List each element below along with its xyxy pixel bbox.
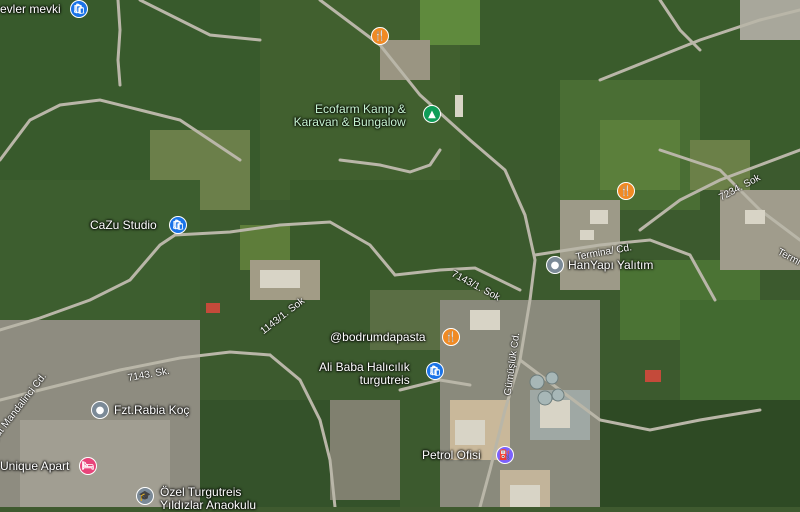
place-label-ecofarm[interactable]: Ecofarm Kamp & Karavan & Bungalow [294, 103, 406, 129]
school-icon[interactable]: 🎓 [136, 487, 154, 505]
place-label-unique-apart[interactable]: Unique Apart [0, 460, 69, 473]
place-label-rabia-koc[interactable]: Fzt.Rabia Koç [114, 404, 189, 417]
place-label-ecofarm-line2: Karavan & Bungalow [293, 115, 406, 129]
pin-icon[interactable]: ● [546, 256, 564, 274]
place-label-petrol-ofisi[interactable]: Petrol Ofisi [422, 449, 481, 462]
shopping-icon[interactable]: 🛍 [169, 216, 187, 234]
food-icon[interactable]: 🍴 [617, 182, 635, 200]
shopping-icon[interactable]: 🛍 [426, 362, 444, 380]
place-label-evler-mevki[interactable]: evler mevki [0, 3, 61, 16]
place-label-cazu-studio[interactable]: CaZu Studio [90, 219, 157, 232]
camp-icon[interactable]: ▲ [423, 105, 441, 123]
place-label-ali-baba[interactable]: Ali Baba Halıcılık turgutreis [319, 361, 410, 387]
shopping-icon[interactable]: 🛍 [70, 0, 88, 18]
place-label-ozel-turgutreis[interactable]: Özel Turgutreis Yıldızlar Anaokulu [160, 486, 256, 512]
gas-icon[interactable]: ⛽ [496, 446, 514, 464]
food-icon[interactable]: 🍴 [442, 328, 460, 346]
place-label-bodrumdapasta[interactable]: @bodrumdapasta [330, 331, 426, 344]
lodging-icon[interactable]: 🛏 [79, 457, 97, 475]
place-label-hanyapi[interactable]: HanYapı Yalıtım [568, 259, 653, 272]
satellite-map[interactable] [0, 0, 800, 507]
food-icon[interactable]: 🍴 [371, 27, 389, 45]
pin-icon[interactable]: ● [91, 401, 109, 419]
place-label-ali-baba-line2: turgutreis [359, 373, 410, 387]
place-label-ozel-line2: Yıldızlar Anaokulu [160, 498, 257, 512]
